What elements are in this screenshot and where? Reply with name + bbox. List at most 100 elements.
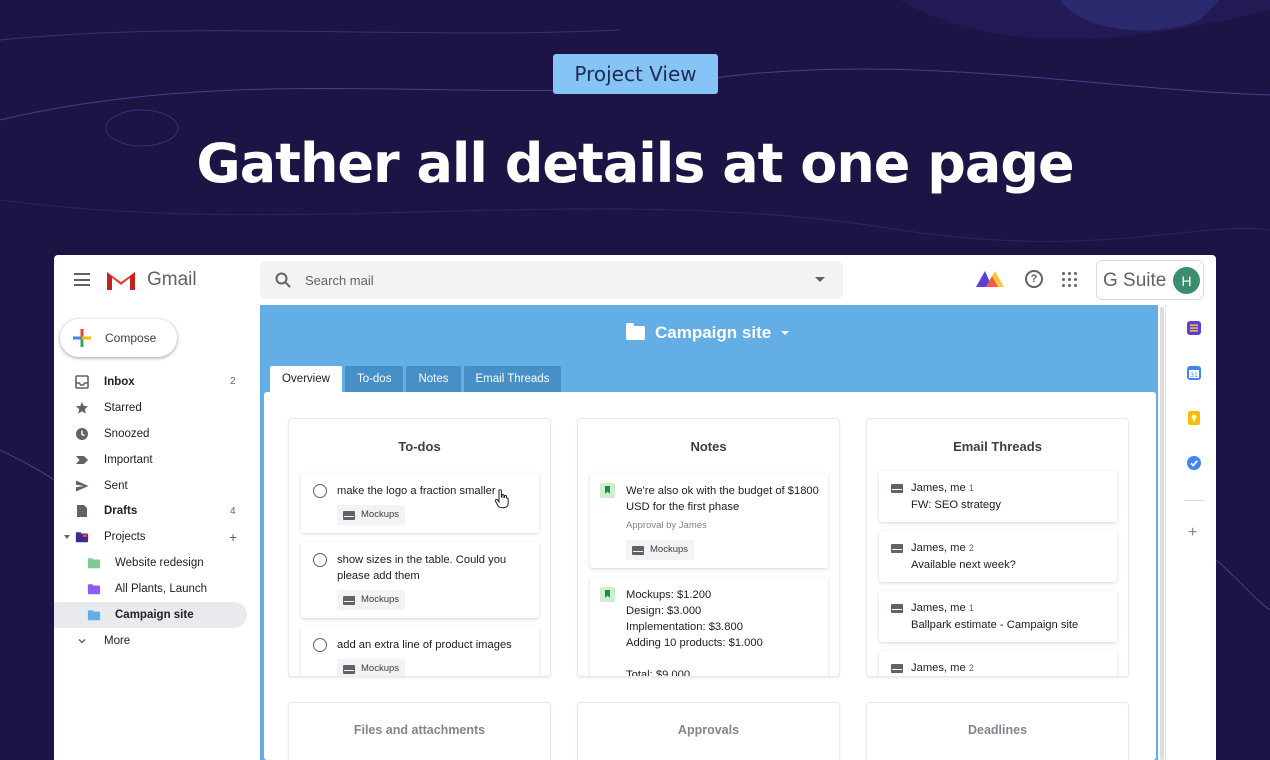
tag-chip[interactable]: Mockups xyxy=(337,505,406,525)
project-title[interactable]: Campaign site xyxy=(626,323,790,343)
search-input[interactable] xyxy=(305,270,785,290)
sidebar-item-snoozed[interactable]: Snoozed xyxy=(54,421,254,447)
search-icon[interactable] xyxy=(274,271,292,289)
checkbox-icon[interactable] xyxy=(313,553,327,567)
sidebar-item-label: Starred xyxy=(104,401,142,414)
add-project-icon[interactable]: + xyxy=(229,529,237,545)
plus-icon xyxy=(73,329,91,347)
projects-folder-icon xyxy=(75,532,89,543)
tag-chip[interactable]: Mockups xyxy=(337,590,406,610)
sidebar-item-inbox[interactable]: Inbox 2 xyxy=(54,369,254,395)
gmail-wordmark: Gmail xyxy=(147,269,197,290)
approvals-card[interactable]: Approvals xyxy=(577,702,840,760)
account-switcher[interactable]: G Suite H xyxy=(1096,260,1204,300)
add-addon-icon[interactable]: + xyxy=(1188,524,1197,542)
send-icon xyxy=(76,480,89,491)
sidebar-item-starred[interactable]: Starred xyxy=(54,395,254,421)
thread-item[interactable]: James, me 1 Ballpark estimate - Campaign… xyxy=(879,591,1117,642)
sidebar-item-label: Inbox xyxy=(104,375,135,388)
project-title-text: Campaign site xyxy=(655,323,772,342)
overview-content: To-dos make the logo a fraction smaller … xyxy=(264,392,1156,760)
tab-overview[interactable]: Overview xyxy=(270,366,342,392)
note-item[interactable]: Mockups: $1.200 Design: $3.000 Implement… xyxy=(590,577,828,676)
project-tabs: Overview To-dos Notes Email Threads xyxy=(270,366,562,392)
thread-from: James, me xyxy=(911,482,966,494)
checkbox-icon[interactable] xyxy=(313,638,327,652)
mail-icon xyxy=(343,664,355,674)
sidebar-item-label: Important xyxy=(104,453,153,466)
sheets-icon[interactable] xyxy=(1187,321,1201,335)
help-icon[interactable]: ? xyxy=(1025,270,1043,288)
tag-chip[interactable]: Mockups xyxy=(626,540,695,560)
checkbox-icon[interactable] xyxy=(313,484,327,498)
card-title: Deadlines xyxy=(967,723,1028,737)
thread-from: James, me xyxy=(911,662,966,674)
tag-chip[interactable]: Mockups xyxy=(337,659,406,676)
draft-icon xyxy=(77,505,87,518)
sidebar-item-label: All Plants, Launch xyxy=(115,583,208,596)
expand-caret-icon[interactable] xyxy=(64,535,70,540)
sidebar-item-important[interactable]: Important xyxy=(54,447,254,473)
avatar[interactable]: H xyxy=(1173,267,1200,294)
sidebar-nav: Inbox 2 Starred Snoozed Important Sent D… xyxy=(54,369,254,654)
sidebar-item-sent[interactable]: Sent xyxy=(54,473,254,499)
mail-icon xyxy=(343,595,355,605)
sidebar-item-label: Snoozed xyxy=(104,427,150,440)
bookmark-icon xyxy=(600,483,615,498)
addon-logo-icon[interactable] xyxy=(974,268,1006,288)
folder-icon xyxy=(87,558,101,569)
google-apps-icon[interactable] xyxy=(1062,272,1077,287)
sidebar-item-projects[interactable]: Projects + xyxy=(54,524,254,550)
keep-icon[interactable] xyxy=(1187,411,1201,425)
caret-down-icon[interactable] xyxy=(781,331,790,335)
mail-icon xyxy=(891,544,903,553)
tab-notes[interactable]: Notes xyxy=(406,366,461,392)
sidebar-item-website-redesign[interactable]: Website redesign xyxy=(54,550,254,576)
important-icon xyxy=(76,455,88,464)
thread-count: 2 xyxy=(968,543,974,553)
thread-item[interactable]: James, me 2 Available next week? xyxy=(879,531,1117,582)
thread-from: James, me xyxy=(911,542,966,554)
mail-icon xyxy=(632,545,644,555)
todo-item[interactable]: make the logo a fraction smaller Mockups xyxy=(301,473,539,533)
inbox-count: 2 xyxy=(230,376,236,388)
tasks-icon[interactable] xyxy=(1187,456,1201,470)
gsuite-label: G Suite xyxy=(1103,270,1167,291)
calendar-icon[interactable]: 31 xyxy=(1187,366,1201,380)
gmail-logo-icon[interactable] xyxy=(105,268,137,292)
inbox-icon xyxy=(75,375,89,389)
hero-title: Gather all details at one page xyxy=(196,132,1074,195)
mail-icon xyxy=(891,484,903,493)
todo-item[interactable]: add an extra line of product images Mock… xyxy=(301,627,539,676)
todo-item[interactable]: show sizes in the table. Could you pleas… xyxy=(301,542,539,618)
todo-text: show sizes in the table. Could you pleas… xyxy=(337,554,507,582)
sidebar-item-more[interactable]: More xyxy=(54,628,254,654)
compose-button[interactable]: Compose xyxy=(60,319,177,357)
deadlines-card[interactable]: Deadlines xyxy=(866,702,1129,760)
sidebar-item-all-plants-launch[interactable]: All Plants, Launch xyxy=(54,576,254,602)
rail-separator xyxy=(1184,500,1204,501)
sidebar-item-label: Sent xyxy=(104,479,128,492)
drafts-count: 4 xyxy=(230,505,236,517)
project-panel: Campaign site Overview To-dos Notes Emai… xyxy=(260,305,1158,760)
gmail-top-bar: Gmail ? G Suite H xyxy=(54,255,1216,305)
tab-todos[interactable]: To-dos xyxy=(344,366,404,392)
thread-count: 1 xyxy=(968,603,974,613)
thread-item[interactable]: James, me 2 xyxy=(879,651,1117,676)
todos-card: To-dos make the logo a fraction smaller … xyxy=(288,418,551,677)
search-bar[interactable] xyxy=(260,261,843,299)
tab-email-threads[interactable]: Email Threads xyxy=(463,366,562,392)
search-options-caret-icon[interactable] xyxy=(815,277,825,282)
hamburger-menu-icon[interactable] xyxy=(74,273,90,286)
files-attachments-card[interactable]: Files and attachments xyxy=(288,702,551,760)
note-item[interactable]: We're also ok with the budget of $1800 U… xyxy=(590,473,828,568)
thread-item[interactable]: James, me 1 FW: SEO strategy xyxy=(879,471,1117,522)
sidebar-item-label: Website redesign xyxy=(115,557,204,570)
thread-subject: FW: SEO strategy xyxy=(911,499,1001,511)
tag-label: Mockups xyxy=(361,663,400,674)
scrollbar[interactable] xyxy=(1160,307,1164,760)
sidebar-item-drafts[interactable]: Drafts 4 xyxy=(54,498,254,524)
card-title: Files and attachments xyxy=(353,723,486,737)
thread-count: 1 xyxy=(968,483,974,493)
sidebar-item-campaign-site[interactable]: Campaign site xyxy=(54,602,247,628)
